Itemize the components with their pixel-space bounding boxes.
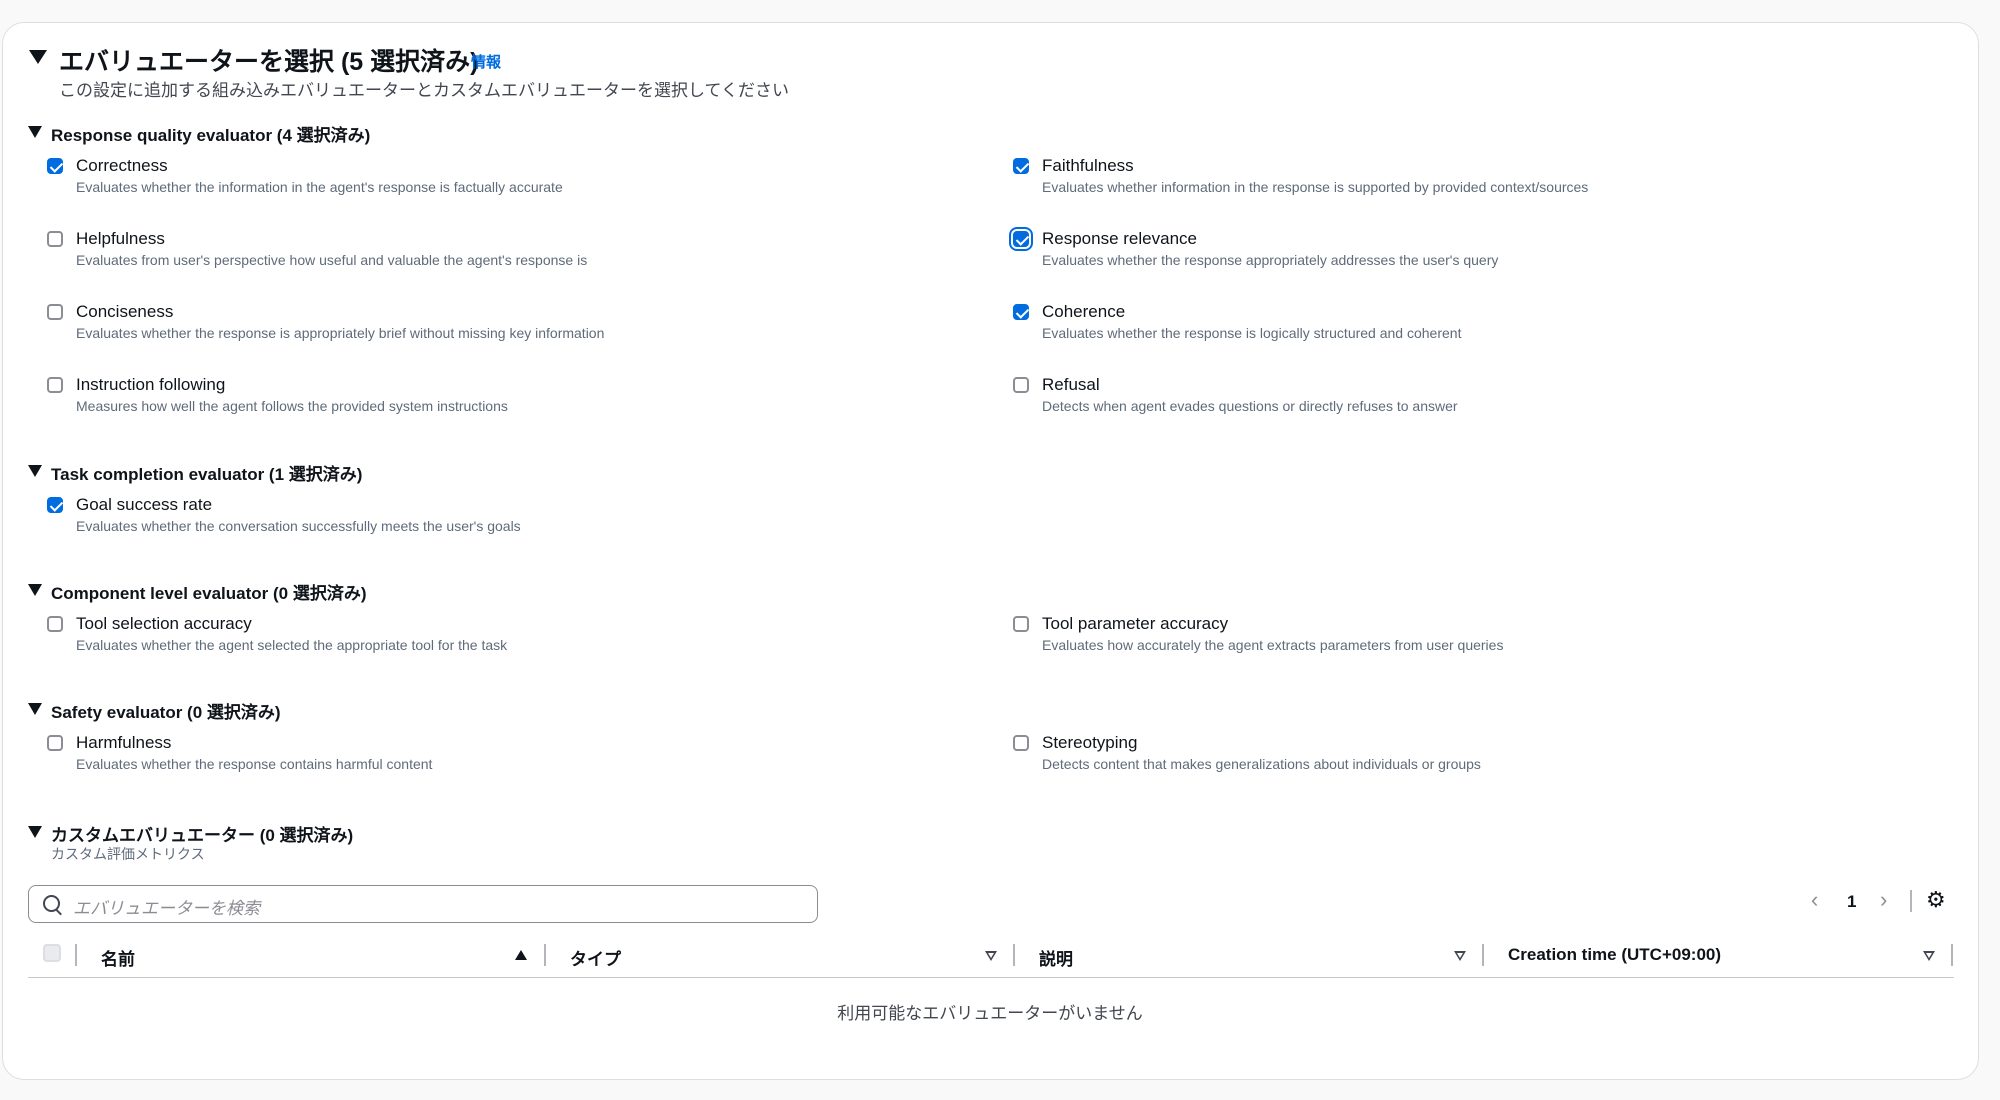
sort-icon[interactable]	[985, 951, 997, 961]
sort-icon[interactable]	[1454, 951, 1466, 961]
evaluator-label: Instruction following	[76, 375, 226, 394]
column-header-creation-time[interactable]: Creation time (UTC+09:00)	[1508, 945, 1721, 965]
checkbox-checked[interactable]	[1013, 158, 1029, 174]
section-caret-icon[interactable]	[28, 126, 42, 138]
column-divider	[1951, 944, 1953, 966]
column-divider	[544, 944, 546, 966]
column-divider	[75, 944, 77, 966]
checkbox-unchecked[interactable]	[47, 735, 63, 751]
evaluator-label: Correctness	[76, 156, 168, 175]
section-caret-icon[interactable]	[28, 584, 42, 596]
evaluator-label: Faithfulness	[1042, 156, 1134, 175]
evaluator-label: Tool parameter accuracy	[1042, 614, 1229, 633]
section-title-safety[interactable]: Safety evaluator (0 選択済み)	[51, 698, 281, 723]
column-divider	[1482, 944, 1484, 966]
evaluator-label: Stereotyping	[1042, 733, 1138, 752]
checkbox-checked[interactable]	[1013, 231, 1029, 247]
evaluator-description: Evaluates whether the conversation succe…	[76, 518, 521, 534]
evaluator-label: Helpfulness	[76, 229, 165, 248]
search-placeholder: エバリュエーターを検索	[73, 899, 260, 918]
evaluator-description: Evaluates whether the response appropria…	[1042, 252, 1499, 268]
evaluator-description: Detects when agent evades questions or d…	[1042, 398, 1458, 414]
section-title-task-completion[interactable]: Task completion evaluator (1 選択済み)	[51, 460, 362, 485]
evaluator-label: Refusal	[1042, 375, 1100, 394]
section-title-component-level[interactable]: Component level evaluator (0 選択済み)	[51, 579, 367, 604]
info-link[interactable]: 情報	[471, 51, 501, 72]
evaluator-label: Response relevance	[1042, 229, 1197, 248]
search-icon	[43, 895, 60, 912]
column-divider	[1013, 944, 1015, 966]
checkbox-checked[interactable]	[47, 158, 63, 174]
page-number[interactable]: 1	[1847, 892, 1856, 912]
page-title: エバリュエーターを選択 (5 選択済み)	[59, 48, 479, 76]
chevron-right-icon[interactable]: ›	[1880, 887, 1887, 913]
evaluator-description: Detects content that makes generalizatio…	[1042, 756, 1481, 772]
evaluator-description: Measures how well the agent follows the …	[76, 398, 508, 414]
table-header-divider	[28, 977, 1954, 978]
evaluator-description: Evaluates from user's perspective how us…	[76, 252, 588, 268]
sort-ascending-icon[interactable]	[515, 950, 527, 960]
evaluator-label: Coherence	[1042, 302, 1126, 321]
column-header-type[interactable]: タイプ	[570, 945, 621, 970]
collapse-caret-icon[interactable]	[29, 50, 47, 64]
divider	[1910, 890, 1912, 912]
evaluator-description: Evaluates how accurately the agent extra…	[1042, 637, 1504, 653]
checkbox-unchecked[interactable]	[1013, 735, 1029, 751]
search-input[interactable]: エバリュエーターを検索	[28, 885, 818, 923]
section-subtitle-custom: カスタム評価メトリクス	[51, 846, 205, 862]
sort-icon[interactable]	[1923, 951, 1935, 961]
page-description: この設定に追加する組み込みエバリュエーターとカスタムエバリュエーターを選択してく…	[59, 81, 789, 100]
section-caret-icon[interactable]	[28, 465, 42, 477]
section-caret-icon[interactable]	[28, 703, 42, 715]
chevron-left-icon[interactable]: ‹	[1811, 887, 1818, 913]
checkbox-unchecked[interactable]	[47, 231, 63, 247]
evaluator-label: Conciseness	[76, 302, 174, 321]
section-title-response-quality[interactable]: Response quality evaluator (4 選択済み)	[51, 121, 370, 146]
column-header-description[interactable]: 説明	[1039, 945, 1073, 970]
evaluator-description: Evaluates whether the agent selected the…	[76, 637, 508, 653]
gear-icon[interactable]: ⚙	[1926, 887, 1946, 913]
evaluator-description: Evaluates whether the response is logica…	[1042, 325, 1462, 341]
evaluator-description: Evaluates whether the response is approp…	[76, 325, 605, 341]
checkbox-unchecked[interactable]	[1013, 616, 1029, 632]
evaluator-description: Evaluates whether information in the res…	[1042, 179, 1589, 195]
checkbox-unchecked[interactable]	[47, 616, 63, 632]
checkbox-unchecked[interactable]	[1013, 377, 1029, 393]
table-empty-message: 利用可能なエバリュエーターがいません	[837, 1004, 1143, 1023]
checkbox-unchecked[interactable]	[47, 377, 63, 393]
column-header-name[interactable]: 名前	[101, 945, 135, 970]
checkbox-checked[interactable]	[47, 497, 63, 513]
section-title-custom[interactable]: カスタムエバリュエーター (0 選択済み)	[51, 821, 353, 846]
checkbox-unchecked[interactable]	[47, 304, 63, 320]
evaluator-label: Tool selection accuracy	[76, 614, 252, 633]
select-all-checkbox[interactable]	[43, 944, 61, 962]
section-caret-icon[interactable]	[28, 826, 42, 838]
evaluator-description: Evaluates whether the response contains …	[76, 756, 433, 772]
checkbox-checked[interactable]	[1013, 304, 1029, 320]
evaluator-description: Evaluates whether the information in the…	[76, 179, 563, 195]
evaluator-label: Harmfulness	[76, 733, 172, 752]
evaluator-label: Goal success rate	[76, 495, 213, 514]
